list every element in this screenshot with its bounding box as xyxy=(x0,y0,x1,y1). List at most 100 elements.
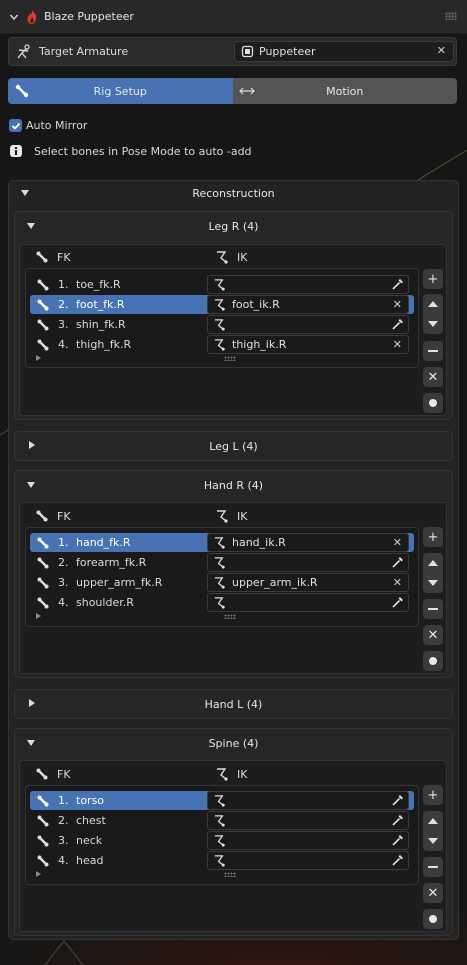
move-bone-stepper xyxy=(423,553,443,593)
eyedropper-icon[interactable] xyxy=(391,834,404,847)
record-button[interactable] xyxy=(423,909,443,929)
list-resize-grip-icon[interactable] xyxy=(224,614,236,619)
bone-icon xyxy=(37,339,49,350)
list-item[interactable]: 3. upper_arm_fk.R xyxy=(30,573,220,592)
bone-icon xyxy=(36,251,48,263)
ik-bone-field[interactable]: upper_arm_ik.R ✕ xyxy=(207,573,409,592)
ik-bone-field[interactable]: hand_ik.R ✕ xyxy=(207,533,409,552)
remove-bone-button[interactable] xyxy=(423,341,443,361)
list-item[interactable]: 2. chest xyxy=(30,811,220,830)
hand-l-header[interactable]: Hand L (4) xyxy=(15,690,452,718)
eyedropper-icon[interactable] xyxy=(391,814,404,827)
leg-l-header[interactable]: Leg L (4) xyxy=(15,432,452,460)
list-item[interactable]: 4. thigh_fk.R xyxy=(30,335,220,354)
clear-field-icon[interactable]: ✕ xyxy=(393,338,402,351)
list-options-triangle-icon[interactable] xyxy=(36,613,41,619)
ik-bone-field[interactable]: thigh_ik.R ✕ xyxy=(207,335,409,354)
move-down-button[interactable] xyxy=(423,573,443,593)
bone-icon xyxy=(36,768,48,780)
list-options-triangle-icon[interactable] xyxy=(36,871,41,877)
list-item[interactable]: 3. shin_fk.R xyxy=(30,315,220,334)
dot-icon xyxy=(429,657,437,665)
remove-bone-button[interactable] xyxy=(423,599,443,619)
ik-bone-field[interactable] xyxy=(207,831,409,850)
add-bone-button[interactable]: + xyxy=(423,269,443,289)
remove-bone-button[interactable] xyxy=(423,857,443,877)
tab-motion-label: Motion xyxy=(326,84,364,98)
move-down-button[interactable] xyxy=(423,314,443,334)
clear-list-button[interactable]: ✕ xyxy=(423,367,443,387)
row-number: 1. xyxy=(58,536,69,549)
ik-chain-icon xyxy=(214,279,225,291)
ik-bone-field[interactable] xyxy=(207,851,409,870)
move-up-button[interactable] xyxy=(423,553,443,573)
add-bone-button[interactable]: + xyxy=(423,785,443,805)
record-button[interactable] xyxy=(423,651,443,671)
arrow-down-icon xyxy=(428,321,438,327)
ik-bone-field[interactable] xyxy=(207,791,409,810)
fk-bone-name: thigh_fk.R xyxy=(76,338,132,351)
clear-field-icon[interactable]: ✕ xyxy=(393,536,402,549)
close-icon: ✕ xyxy=(427,369,439,385)
hand-l-panel: Hand L (4) xyxy=(14,689,453,719)
list-resize-grip-icon[interactable] xyxy=(224,872,236,877)
add-bone-button[interactable]: + xyxy=(423,527,443,547)
move-down-button[interactable] xyxy=(423,831,443,851)
leg-l-panel: Leg L (4) xyxy=(14,431,453,461)
spine-header[interactable]: Spine (4) xyxy=(15,729,452,757)
list-item[interactable]: 2. forearm_fk.R xyxy=(30,553,220,572)
armature-icon xyxy=(17,44,30,59)
info-text: Select bones in Pose Mode to auto -add xyxy=(34,145,252,158)
eyedropper-icon[interactable] xyxy=(391,278,404,291)
ik-chain-icon xyxy=(214,319,225,331)
ik-bone-field[interactable]: foot_ik.R ✕ xyxy=(207,295,409,314)
list-resize-grip-icon[interactable] xyxy=(224,356,236,361)
clear-list-button[interactable]: ✕ xyxy=(423,883,443,903)
list-options-triangle-icon[interactable] xyxy=(36,355,41,361)
eyedropper-icon[interactable] xyxy=(391,318,404,331)
record-button[interactable] xyxy=(423,393,443,413)
minus-icon xyxy=(428,608,438,610)
ik-bone-field[interactable] xyxy=(207,315,409,334)
move-up-button[interactable] xyxy=(423,294,443,314)
panel-header[interactable]: Blaze Puppeteer xyxy=(0,0,467,34)
auto-mirror-checkbox[interactable] xyxy=(9,119,22,132)
ik-bone-field[interactable] xyxy=(207,553,409,572)
bone-icon xyxy=(37,319,49,330)
collapse-chevron-icon[interactable] xyxy=(8,11,20,23)
row-number: 1. xyxy=(58,794,69,807)
bone-icon xyxy=(37,279,49,290)
list-item[interactable]: 1. toe_fk.R xyxy=(30,275,220,294)
arrow-up-icon xyxy=(428,818,438,824)
reconstruction-header[interactable]: Reconstruction xyxy=(9,181,458,205)
clear-field-icon[interactable]: ✕ xyxy=(393,576,402,589)
list-item[interactable]: 4. head xyxy=(30,851,220,870)
eyedropper-icon[interactable] xyxy=(391,794,404,807)
target-armature-field[interactable]: Puppeteer ✕ xyxy=(234,41,454,62)
ik-bone-field[interactable] xyxy=(207,811,409,830)
drag-grip-icon[interactable] xyxy=(445,12,457,20)
expand-triangle-icon xyxy=(27,482,35,488)
motion-arrows-icon xyxy=(238,87,255,95)
ik-bone-field[interactable] xyxy=(207,275,409,294)
collapsed-triangle-icon xyxy=(29,441,35,449)
hand-r-header[interactable]: Hand R (4) xyxy=(15,471,452,499)
eyedropper-icon[interactable] xyxy=(391,556,404,569)
ik-bone-field[interactable] xyxy=(207,593,409,612)
eyedropper-icon[interactable] xyxy=(391,596,404,609)
list-item[interactable]: 3. neck xyxy=(30,831,220,850)
row-number: 3. xyxy=(58,576,69,589)
clear-field-icon[interactable]: ✕ xyxy=(393,298,402,311)
list-item[interactable]: 4. shoulder.R xyxy=(30,593,220,612)
ik-chain-icon xyxy=(217,768,228,781)
tab-motion[interactable]: Motion xyxy=(233,78,458,104)
leg-r-header[interactable]: Leg R (4) xyxy=(15,212,452,240)
tab-rig-setup[interactable]: Rig Setup xyxy=(8,78,233,104)
eyedropper-icon[interactable] xyxy=(391,854,404,867)
clear-list-button[interactable]: ✕ xyxy=(423,625,443,645)
clear-armature-icon[interactable]: ✕ xyxy=(437,44,446,57)
hand-r-title: Hand R (4) xyxy=(203,478,264,492)
move-up-button[interactable] xyxy=(423,811,443,831)
ik-chain-icon xyxy=(214,795,225,807)
collapsed-triangle-icon xyxy=(29,699,35,707)
